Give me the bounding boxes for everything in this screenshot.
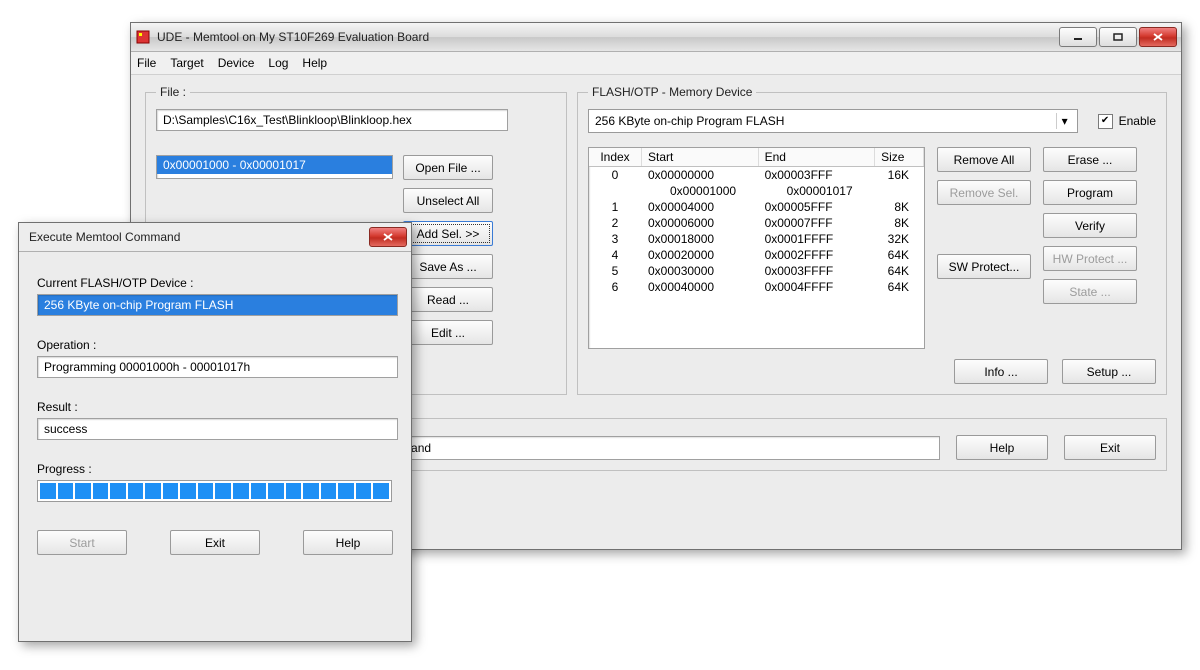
menu-log[interactable]: Log: [268, 56, 288, 70]
table-row[interactable]: 40x000200000x0002FFFF64K: [589, 247, 924, 263]
close-button[interactable]: [1139, 27, 1177, 47]
file-legend: File :: [156, 85, 190, 99]
enable-checkbox[interactable]: ✔ Enable: [1098, 114, 1156, 129]
save-as-button[interactable]: Save As ...: [403, 254, 493, 279]
menu-target[interactable]: Target: [170, 56, 203, 70]
app-icon: [135, 29, 151, 45]
dialog-titlebar[interactable]: Execute Memtool Command: [19, 223, 411, 252]
table-row[interactable]: 30x000180000x0001FFFF32K: [589, 231, 924, 247]
main-titlebar[interactable]: UDE - Memtool on My ST10F269 Evaluation …: [131, 23, 1181, 52]
result-field: success: [37, 418, 398, 440]
progress-bar: [37, 480, 392, 502]
dialog-close-button[interactable]: [369, 227, 407, 247]
state-button[interactable]: State ...: [1043, 279, 1137, 304]
chevron-down-icon[interactable]: ▾: [1056, 113, 1073, 129]
tool-help-button[interactable]: Help: [956, 435, 1048, 460]
table-subrow[interactable]: 0x000010000x00001017: [589, 183, 924, 199]
menu-file[interactable]: File: [137, 56, 156, 70]
verify-button[interactable]: Verify: [1043, 213, 1137, 238]
hw-protect-button[interactable]: HW Protect ...: [1043, 246, 1137, 271]
dialog-exit-button[interactable]: Exit: [170, 530, 260, 555]
add-sel-button[interactable]: Add Sel. >>: [403, 221, 493, 246]
col-end[interactable]: End: [758, 148, 875, 167]
file-range-item[interactable]: 0x00001000 - 0x00001017: [157, 156, 392, 174]
maximize-button[interactable]: [1099, 27, 1137, 47]
table-row[interactable]: 10x000040000x00005FFF8K: [589, 199, 924, 215]
sector-table[interactable]: Index Start End Size 00x000000000x00003F…: [588, 147, 925, 349]
device-label: Current FLASH/OTP Device :: [37, 276, 393, 290]
read-button[interactable]: Read ...: [403, 287, 493, 312]
menu-device[interactable]: Device: [218, 56, 255, 70]
minimize-button[interactable]: [1059, 27, 1097, 47]
flash-legend: FLASH/OTP - Memory Device: [588, 85, 756, 99]
edit-button[interactable]: Edit ...: [403, 320, 493, 345]
setup-button[interactable]: Setup ...: [1062, 359, 1156, 384]
col-index[interactable]: Index: [589, 148, 642, 167]
flash-device-combo[interactable]: 256 KByte on-chip Program FLASH ▾: [588, 109, 1078, 133]
device-field[interactable]: 256 KByte on-chip Program FLASH: [37, 294, 398, 316]
unselect-all-button[interactable]: Unselect All: [403, 188, 493, 213]
operation-field: Programming 00001000h - 00001017h: [37, 356, 398, 378]
progress-label: Progress :: [37, 462, 393, 476]
table-row[interactable]: 50x000300000x0003FFFF64K: [589, 263, 924, 279]
program-button[interactable]: Program: [1043, 180, 1137, 205]
operation-label: Operation :: [37, 338, 393, 352]
check-icon: ✔: [1098, 114, 1113, 129]
table-row[interactable]: 00x000000000x00003FFF16K: [589, 167, 924, 184]
open-file-button[interactable]: Open File ...: [403, 155, 493, 180]
main-title: UDE - Memtool on My ST10F269 Evaluation …: [157, 30, 1059, 44]
enable-label: Enable: [1119, 114, 1156, 128]
sw-protect-button[interactable]: SW Protect...: [937, 254, 1031, 279]
dialog-help-button[interactable]: Help: [303, 530, 393, 555]
table-row[interactable]: 60x000400000x0004FFFF64K: [589, 279, 924, 295]
table-row[interactable]: 20x000060000x00007FFF8K: [589, 215, 924, 231]
info-button[interactable]: Info ...: [954, 359, 1048, 384]
menu-help[interactable]: Help: [302, 56, 327, 70]
erase-button[interactable]: Erase ...: [1043, 147, 1137, 172]
col-start[interactable]: Start: [642, 148, 759, 167]
file-path-field[interactable]: D:\Samples\C16x_Test\Blinkloop\Blinkloop…: [156, 109, 508, 131]
result-label: Result :: [37, 400, 393, 414]
dialog-title: Execute Memtool Command: [23, 230, 369, 244]
flash-device-value: 256 KByte on-chip Program FLASH: [595, 114, 1050, 128]
tool-exit-button[interactable]: Exit: [1064, 435, 1156, 460]
dialog-start-button[interactable]: Start: [37, 530, 127, 555]
menubar: File Target Device Log Help: [131, 52, 1181, 75]
remove-sel-button[interactable]: Remove Sel.: [937, 180, 1031, 205]
execute-command-dialog: Execute Memtool Command Current FLASH/OT…: [18, 222, 412, 642]
file-range-list[interactable]: 0x00001000 - 0x00001017: [156, 155, 393, 179]
remove-all-button[interactable]: Remove All: [937, 147, 1031, 172]
flash-group: FLASH/OTP - Memory Device 256 KByte on-c…: [577, 85, 1167, 395]
col-size[interactable]: Size: [875, 148, 924, 167]
